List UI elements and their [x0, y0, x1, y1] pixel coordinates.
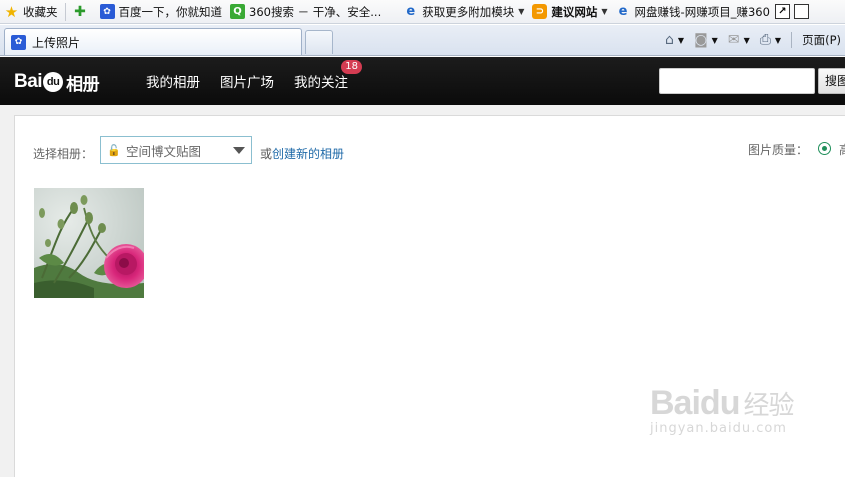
ie-icon: e	[618, 4, 628, 19]
tools-button[interactable]: ↗	[774, 2, 814, 22]
watermark-logo-text: Bai	[650, 384, 701, 422]
album-select-value: 空间博文贴图	[126, 143, 202, 159]
star-icon: ★	[4, 2, 19, 21]
notification-badge: 18	[341, 60, 362, 74]
favorites-label: 收藏夹	[23, 4, 58, 19]
dropdown-arrow-icon: ▼	[601, 7, 608, 16]
nav-my-follows[interactable]: 我的关注 18	[294, 60, 362, 91]
tool-icon-2	[793, 4, 809, 19]
suggest-site-icon: ⊃	[532, 4, 548, 19]
new-tab-button[interactable]	[305, 30, 333, 54]
favorite-link-label: 360搜索 － 干净、安全...	[249, 4, 382, 19]
favorite-link-label: 建议网站	[551, 4, 598, 19]
nav-photo-square[interactable]: 图片广场	[220, 71, 274, 91]
favorite-link-suggested-sites[interactable]: ⊃ 建议网站 ▼	[528, 2, 611, 22]
quality-label: 图片质量：	[748, 143, 809, 157]
home-button[interactable]: ⌂ ▼	[665, 32, 684, 48]
mail-icon: ✉	[727, 32, 740, 48]
watermark-suffix: 经验	[743, 390, 794, 420]
unlock-icon: 🔓	[107, 144, 121, 157]
command-separator	[791, 32, 793, 48]
feeds-button[interactable]: ◙ ▼	[694, 32, 718, 48]
tab-upload-photos[interactable]: ✿ 上传照片	[4, 28, 302, 55]
print-button[interactable]: ⎙ ▼	[760, 32, 781, 48]
favorite-link-addons[interactable]: e 获取更多附加模块 ▼	[399, 2, 528, 22]
favorite-link-baidu[interactable]: ✿ 百度一下，你就知道	[96, 2, 227, 22]
album-select[interactable]: 🔓 空间博文贴图	[100, 136, 252, 164]
rose-photo	[34, 188, 144, 298]
chevron-down-icon	[233, 147, 245, 154]
home-icon: ⌂	[665, 32, 674, 48]
printer-icon: ⎙	[759, 32, 771, 48]
browser-tab-bar: ✿ 上传照片 ⌂ ▼ ◙ ▼ ✉ ▼ ⎙ ▼ 页面(P)	[0, 25, 845, 56]
watermark-logo: Baidu 经验	[650, 384, 810, 423]
uploaded-photo-thumbnail[interactable]	[34, 188, 144, 298]
dropdown-arrow-icon: ▼	[743, 35, 750, 45]
nav-my-follows-label: 我的关注	[294, 75, 348, 91]
tool-icon: ↗	[774, 4, 790, 19]
dropdown-arrow-icon: ▼	[677, 35, 685, 45]
ie-icon: e	[406, 4, 416, 19]
quality-option-label: 高	[839, 141, 845, 158]
quality-radio-high[interactable]	[818, 142, 831, 155]
mail-button[interactable]: ✉ ▼	[728, 32, 750, 48]
dropdown-arrow-icon: ▼	[518, 7, 525, 16]
album-select-label: 选择相册：	[33, 147, 94, 161]
dropdown-arrow-icon: ▼	[711, 35, 718, 45]
favorites-bar: ★ 收藏夹 ✚ ✿ 百度一下，你就知道 Q 360搜索 － 干净、安全... e…	[0, 0, 845, 24]
rss-feed-icon: ◙	[694, 32, 708, 48]
favorite-link-label: 百度一下，你就知道	[118, 4, 223, 19]
logo-suffix: 相册	[66, 74, 100, 94]
site-nav: 我的相册 图片广场 我的关注 18	[146, 57, 368, 105]
baidu-album-logo[interactable]: Bai du 相册	[14, 69, 100, 95]
add-favorite-icon: ✚	[74, 3, 86, 20]
tab-title: 上传照片	[32, 35, 81, 50]
360-search-icon: Q	[230, 4, 245, 19]
command-bar: ⌂ ▼ ◙ ▼ ✉ ▼ ⎙ ▼ 页面(P)	[655, 28, 845, 52]
favorites-button[interactable]: ★ 收藏夹	[0, 2, 62, 22]
or-text: 或	[260, 147, 273, 161]
favorite-link-netdisk[interactable]: e 网盘赚钱-网赚项目_赚360	[612, 2, 774, 22]
dropdown-arrow-icon: ▼	[774, 35, 782, 45]
favorite-link-360-search[interactable]: Q 360搜索 － 干净、安全...	[226, 2, 385, 22]
logo-text: Bai	[14, 71, 43, 92]
baidu-paw-icon: ✿	[11, 34, 26, 50]
favorites-separator	[64, 2, 66, 21]
baidu-jingyan-watermark: Baidu 经验 jingyan.baidu.com	[650, 384, 810, 464]
site-header: Bai du 相册 我的相册 图片广场 我的关注 18 搜图	[0, 57, 845, 105]
page-menu-label: 页面(P)	[802, 33, 841, 47]
create-album-link[interactable]: 创建新的相册	[272, 145, 344, 162]
logo-paw-icon: du	[43, 72, 64, 92]
watermark-url: jingyan.baidu.com	[650, 421, 787, 436]
add-favorite-button[interactable]: ✚	[69, 2, 96, 22]
baidu-paw-icon: ✿	[99, 4, 115, 19]
favorite-link-label: 获取更多附加模块	[422, 4, 515, 19]
search-input[interactable]	[659, 68, 815, 94]
page-menu-button[interactable]: 页面(P)	[802, 32, 841, 48]
nav-my-albums[interactable]: 我的相册	[146, 71, 200, 91]
favorite-link-label: 网盘赚钱-网赚项目_赚360	[634, 4, 770, 19]
watermark-paw: du	[699, 384, 741, 422]
search-button[interactable]: 搜图	[818, 68, 845, 94]
